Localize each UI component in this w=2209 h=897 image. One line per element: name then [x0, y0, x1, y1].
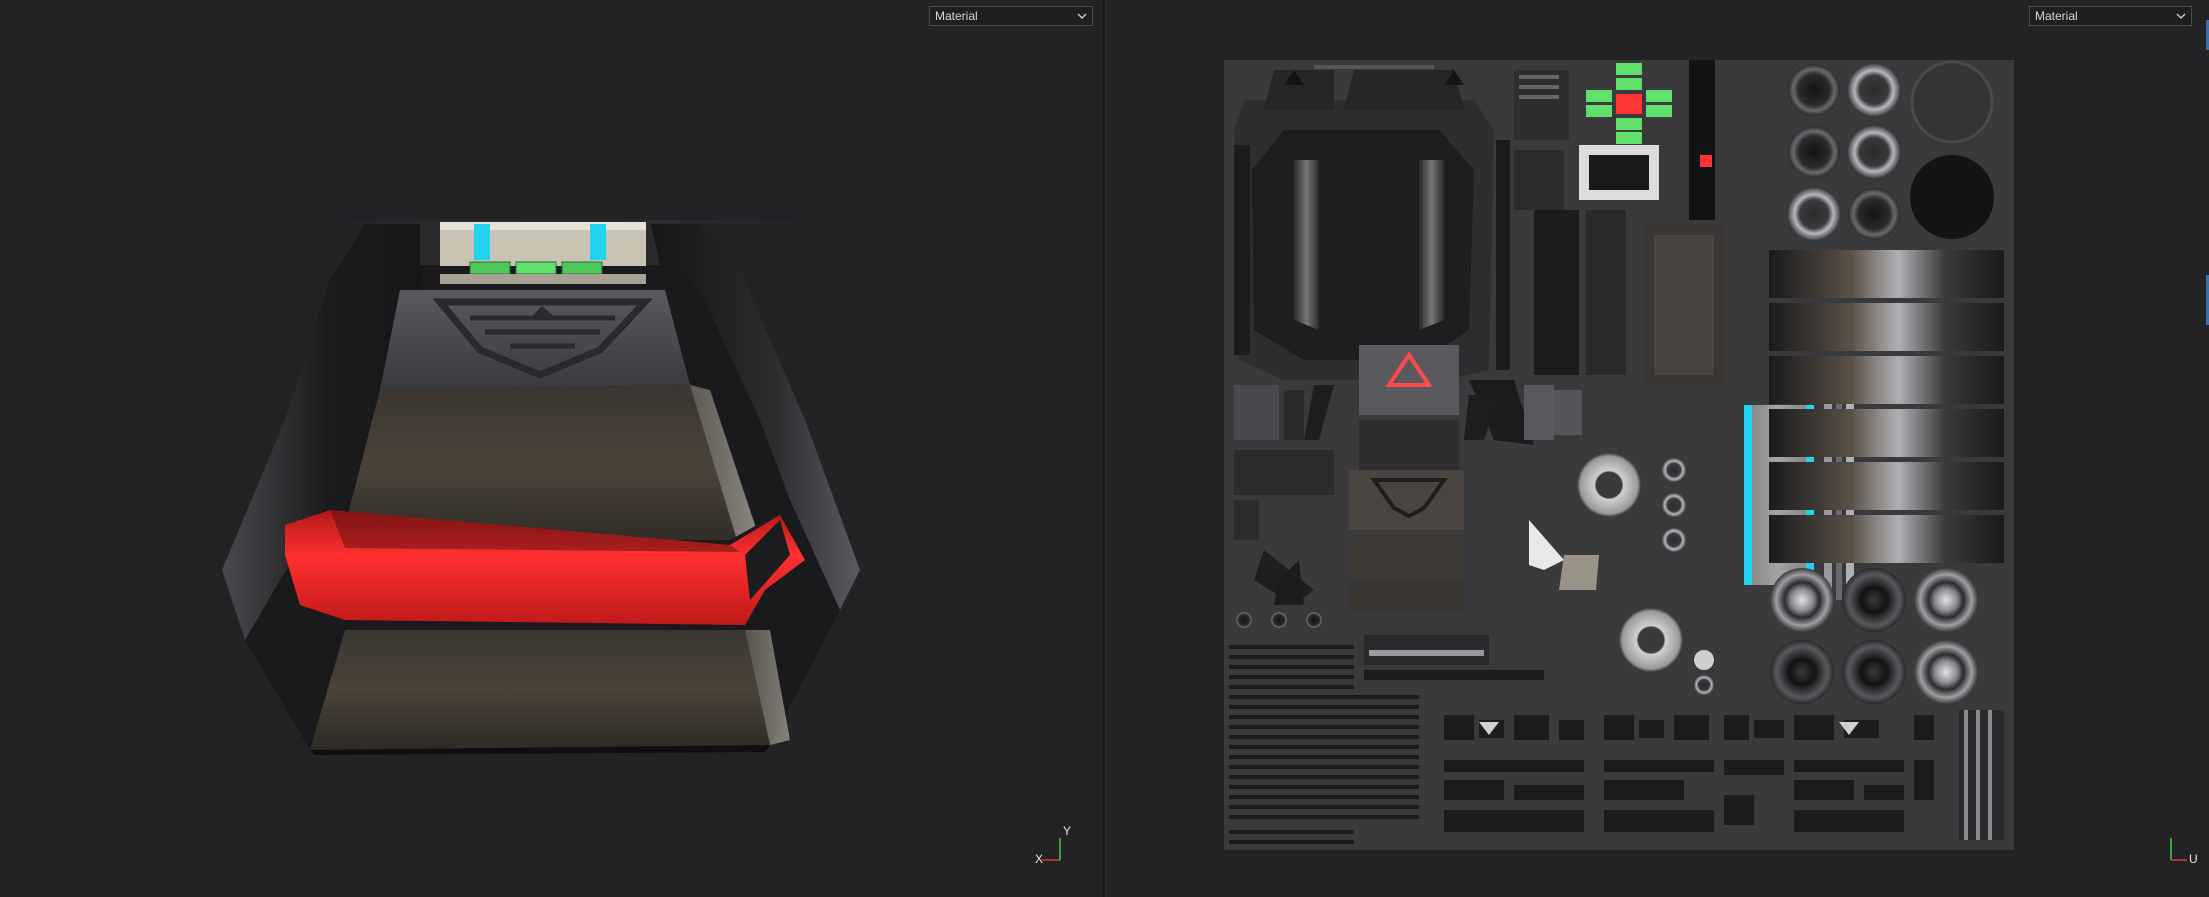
axis-y-label: Y: [1063, 824, 1072, 838]
uv-viewport[interactable]: Material U: [1106, 0, 2209, 897]
texture-atlas[interactable]: [1224, 60, 2014, 850]
axis-u-label: U: [2189, 852, 2198, 866]
chevron-down-icon: [2174, 7, 2188, 25]
axis-gizmo-uv: U: [2161, 824, 2201, 866]
3d-viewport[interactable]: Material X Y: [0, 0, 1101, 897]
shading-mode-value: Material: [2035, 9, 2078, 23]
3d-model-render[interactable]: [0, 0, 1101, 897]
axis-gizmo-3d: X Y: [1030, 824, 1072, 866]
shading-mode-dropdown-uv[interactable]: Material: [2029, 6, 2192, 26]
axis-x-label: X: [1035, 852, 1044, 866]
